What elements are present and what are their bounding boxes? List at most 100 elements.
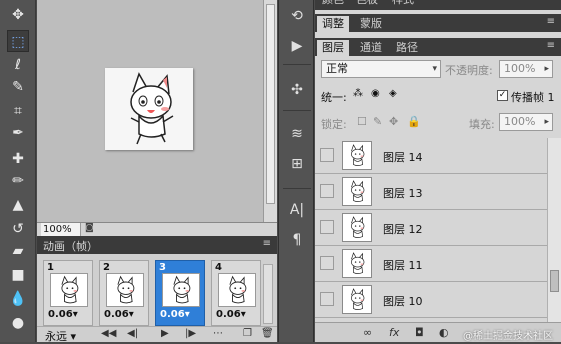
gradient-icon[interactable]: ■	[7, 264, 29, 286]
layer-name: 图层 11	[383, 259, 423, 272]
panel-menu-icon[interactable]: ≡	[263, 238, 271, 249]
adjustment-layer-icon[interactable]: ◐	[439, 326, 449, 339]
unify-style-icon[interactable]: ◈	[389, 88, 397, 99]
lock-label: 锁定:	[321, 118, 347, 131]
link-layers-icon[interactable]: ∞	[363, 326, 372, 339]
frame-2[interactable]: 2 0.06▾	[99, 260, 149, 326]
rect-marquee-icon[interactable]: ⬚	[7, 30, 29, 52]
document-canvas[interactable]	[37, 0, 277, 222]
frame-1[interactable]: 1 0.06▾	[43, 260, 93, 326]
delete-frame-icon[interactable]: 🗑	[261, 328, 274, 339]
layer-thumbnail	[342, 141, 372, 170]
add-mask-icon[interactable]: ◘	[415, 326, 424, 339]
tab-masks[interactable]: 蒙版	[355, 16, 387, 32]
tool-presets-icon[interactable]: ✣	[287, 80, 307, 100]
frame-3[interactable]: 3 0.06▾	[155, 260, 205, 326]
panel-menu-icon[interactable]: ≡	[547, 40, 555, 51]
lock-transparent-icon[interactable]: ☐	[357, 115, 367, 128]
layer-row[interactable]: 图层 14	[315, 138, 547, 174]
prev-frame-icon[interactable]: ◀|	[127, 328, 138, 339]
healing-brush-icon[interactable]: ✚	[7, 148, 29, 170]
layer-thumbnail	[342, 213, 372, 242]
animation-panel-header: 动画（帧） ≡	[37, 236, 277, 254]
watermark: @稀土掘金技术社区	[463, 331, 553, 342]
status-bar: 100% ◙	[37, 222, 277, 236]
tab-adjustments[interactable]: 调整	[317, 16, 349, 32]
quick-select-icon[interactable]: ✎	[7, 76, 29, 98]
visibility-toggle[interactable]	[320, 148, 334, 162]
layer-row[interactable]: 图层 11	[315, 246, 547, 282]
panel-dock: ⟲ ▶ ✣ ≋ ⊞ A| ¶	[278, 0, 314, 342]
frame-delay[interactable]: 0.06▾	[216, 309, 246, 320]
animation-panel-title[interactable]: 动画（帧）	[43, 238, 98, 254]
panel-menu-icon[interactable]: ≡	[547, 16, 555, 27]
lock-all-icon[interactable]: 🔒	[407, 115, 421, 128]
clone-stamp-icon[interactable]: ▲	[7, 194, 29, 216]
move-icon[interactable]: ✥	[7, 4, 29, 26]
tab-styles[interactable]: 样式	[387, 0, 419, 8]
visibility-toggle[interactable]	[320, 256, 334, 270]
zoom-level[interactable]: 100%	[41, 223, 81, 236]
dodge-icon[interactable]: ●	[7, 312, 29, 334]
character-icon[interactable]: A|	[287, 200, 307, 220]
frame-thumbnail	[50, 273, 88, 307]
lock-pixels-icon[interactable]: ✎	[373, 115, 382, 128]
propagate-frame-checkbox[interactable]: ✓	[497, 90, 508, 101]
lock-position-icon[interactable]: ✥	[389, 115, 398, 128]
tab-layers[interactable]: 图层	[317, 40, 349, 56]
tab-color[interactable]: 颜色	[317, 0, 349, 8]
brushes-icon[interactable]: ≋	[287, 124, 307, 144]
canvas-scrollbar[interactable]	[263, 0, 277, 222]
animation-controls: 永远 ▾ ◀◀ ◀| ▶ |▶ ⋯ ❐ 🗑	[37, 326, 277, 343]
unify-position-icon[interactable]: ⁂	[353, 88, 363, 99]
right-panels: 颜色 色板 样式 调整 蒙版 ≡ 图层 通道 路径 ≡ 正常▾ 不透明度: 10…	[315, 0, 561, 342]
fill-label: 填充:	[469, 118, 495, 131]
adjust-panel-tabs: 调整 蒙版 ≡	[315, 14, 561, 32]
layer-name: 图层 13	[383, 187, 423, 200]
document-image	[105, 68, 193, 150]
tab-swatches[interactable]: 色板	[351, 0, 383, 8]
tab-channels[interactable]: 通道	[355, 40, 387, 56]
visibility-toggle[interactable]	[320, 184, 334, 198]
history-icon[interactable]: ⟲	[287, 6, 307, 26]
lasso-icon[interactable]: ℓ	[7, 54, 29, 76]
paragraph-icon[interactable]: ¶	[287, 230, 307, 250]
layer-style-icon[interactable]: fx	[389, 326, 399, 339]
frame-delay[interactable]: 0.06▾	[48, 309, 78, 320]
new-frame-icon[interactable]: ❐	[243, 328, 252, 339]
layer-row[interactable]: 图层 13	[315, 174, 547, 210]
actions-icon[interactable]: ▶	[287, 36, 307, 56]
visibility-toggle[interactable]	[320, 292, 334, 306]
layers-panel-tabs: 图层 通道 路径 ≡	[315, 38, 561, 56]
layer-row[interactable]: 图层 10	[315, 282, 547, 318]
opacity-field[interactable]: 100% ▸	[499, 60, 553, 78]
layer-thumbnail	[342, 285, 372, 314]
eraser-icon[interactable]: ▰	[7, 240, 29, 262]
blur-icon[interactable]: 💧	[7, 288, 29, 310]
clone-source-icon[interactable]: ⊞	[287, 154, 307, 174]
next-frame-icon[interactable]: |▶	[185, 328, 196, 339]
frame-thumbnail	[106, 273, 144, 307]
frame-thumbnail	[162, 273, 200, 307]
unify-visibility-icon[interactable]: ◉	[371, 88, 380, 99]
layer-name: 图层 10	[383, 295, 423, 308]
tab-paths[interactable]: 路径	[391, 40, 423, 56]
first-frame-icon[interactable]: ◀◀	[101, 328, 116, 339]
visibility-toggle[interactable]	[320, 220, 334, 234]
status-menu-icon[interactable]: ◙	[85, 223, 94, 233]
brush-icon[interactable]: ✏	[7, 170, 29, 192]
frame-delay[interactable]: 0.06▾	[104, 309, 134, 320]
layer-row[interactable]: 图层 12	[315, 210, 547, 246]
play-icon[interactable]: ▶	[161, 328, 169, 339]
tween-icon[interactable]: ⋯	[213, 328, 223, 339]
fill-field[interactable]: 100% ▸	[499, 113, 553, 131]
eyedropper-icon[interactable]: ✒	[7, 122, 29, 144]
frames-scrollbar[interactable]	[263, 264, 273, 324]
layers-scrollbar[interactable]	[547, 138, 561, 322]
blend-mode-select[interactable]: 正常 ▾	[321, 60, 441, 78]
frame-4[interactable]: 4 0.06▾	[211, 260, 261, 326]
crop-icon[interactable]: ⌗	[7, 100, 29, 122]
layer-thumbnail	[342, 249, 372, 278]
history-brush-icon[interactable]: ↺	[7, 218, 29, 240]
frame-delay[interactable]: 0.06▾	[160, 309, 190, 320]
